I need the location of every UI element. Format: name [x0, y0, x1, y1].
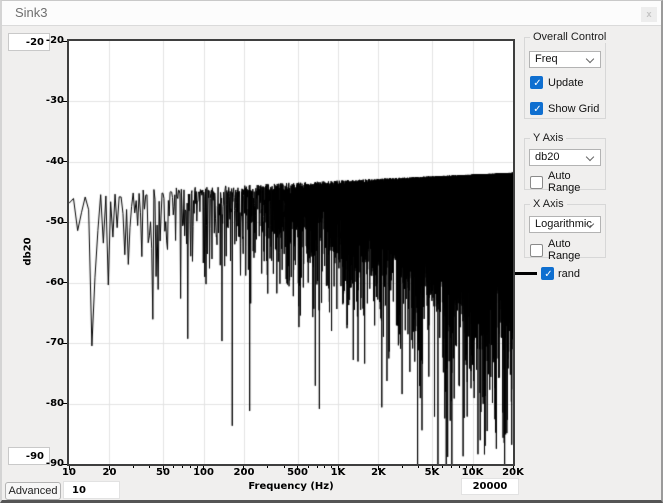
sink-window: Sink3 x Advanced db20 Frequency (Hz) 102… — [0, 0, 663, 503]
y-tick-label: -70 — [20, 337, 64, 348]
x-axis-dropdown-value: Logarithmic — [535, 218, 592, 230]
x-axis-group: X Axis Logarithmic Auto Range — [524, 204, 606, 258]
x-tick-mark — [203, 466, 204, 470]
update-checkbox-label: Update — [548, 77, 583, 89]
x-minor-tick-mark — [197, 466, 198, 468]
y-axis-dropdown-value: db20 — [535, 151, 559, 163]
x-axis-title: Frequency (Hz) — [67, 481, 515, 492]
y-tick-mark — [63, 41, 67, 42]
legend-line-swatch — [515, 272, 537, 275]
y-axis-group: Y Axis db20 Auto Range — [524, 138, 606, 190]
x-axis-group-label: X Axis — [530, 198, 567, 210]
x-tick-mark — [297, 466, 298, 470]
overall-control-dropdown-value: Freq — [535, 53, 558, 65]
chevron-down-icon — [586, 55, 594, 63]
x-minor-tick-mark — [308, 466, 309, 468]
plot-frame — [67, 39, 515, 466]
overall-control-dropdown[interactable]: Freq — [529, 51, 601, 68]
y-tick-label: -50 — [20, 216, 64, 227]
y-tick-label: -30 — [20, 95, 64, 106]
titlebar[interactable]: Sink3 x — [2, 1, 661, 26]
update-checkbox-row[interactable]: Update — [530, 76, 583, 89]
x-auto-range-checkbox-label: Auto Range — [548, 238, 605, 262]
x-axis-dropdown[interactable]: Logarithmic — [529, 216, 601, 233]
y-tick-label: -40 — [20, 156, 64, 167]
x-minor-tick-mark — [466, 466, 467, 468]
x-minor-tick-mark — [324, 466, 325, 468]
x-auto-range-checkbox-row[interactable]: Auto Range — [530, 238, 605, 262]
y-tick-mark — [63, 403, 67, 404]
y-tick-mark — [63, 101, 67, 102]
x-minor-tick-mark — [133, 466, 134, 468]
x-minor-tick-mark — [267, 466, 268, 468]
overall-control-group-label: Overall Control — [530, 31, 609, 43]
x-minor-tick-mark — [317, 466, 318, 468]
y-auto-range-checkbox-row[interactable]: Auto Range — [530, 170, 605, 194]
window-title: Sink3 — [15, 5, 48, 20]
advanced-button[interactable]: Advanced — [5, 482, 61, 500]
x-minor-tick-mark — [284, 466, 285, 468]
y-tick-mark — [63, 343, 67, 344]
x-minor-tick-mark — [402, 466, 403, 468]
chevron-down-icon — [586, 153, 594, 161]
legend-label: rand — [558, 268, 580, 280]
x-tick-mark — [378, 466, 379, 470]
legend-item-rand[interactable]: rand — [515, 267, 580, 280]
update-checkbox-icon[interactable] — [530, 76, 543, 89]
y-auto-range-checkbox-label: Auto Range — [548, 170, 605, 194]
y-tick-mark — [63, 161, 67, 162]
x-tick-mark — [338, 466, 339, 470]
close-button[interactable]: x — [641, 7, 657, 22]
show-grid-checkbox-row[interactable]: Show Grid — [530, 102, 599, 115]
legend-checkbox-icon[interactable] — [541, 267, 554, 280]
x-tick-mark — [69, 466, 70, 470]
x-tick-mark — [163, 466, 164, 470]
y-tick-mark — [63, 222, 67, 223]
overall-control-group: Overall Control Freq Update Show Grid — [524, 37, 606, 119]
x-minor-tick-mark — [442, 466, 443, 468]
x-tick-mark — [243, 466, 244, 470]
x-tick-mark — [109, 466, 110, 470]
x-minor-tick-mark — [451, 466, 452, 468]
x-auto-range-checkbox-icon[interactable] — [530, 244, 543, 257]
y-tick-label: -60 — [20, 277, 64, 288]
y-axis-dropdown[interactable]: db20 — [529, 149, 601, 166]
show-grid-checkbox-label: Show Grid — [548, 103, 599, 115]
x-tick-mark — [432, 466, 433, 470]
y-tick-label: -90 — [20, 458, 64, 469]
spectrum-plot-canvas[interactable] — [69, 41, 513, 464]
close-icon: x — [646, 9, 651, 19]
x-tick-mark — [472, 466, 473, 470]
x-minor-tick-mark — [173, 466, 174, 468]
x-minor-tick-mark — [459, 466, 460, 468]
y-tick-mark — [63, 282, 67, 283]
show-grid-checkbox-icon[interactable] — [530, 102, 543, 115]
y-auto-range-checkbox-icon[interactable] — [530, 176, 543, 189]
x-minor-tick-mark — [331, 466, 332, 468]
x-minor-tick-mark — [149, 466, 150, 468]
x-minor-tick-mark — [182, 466, 183, 468]
y-axis-group-label: Y Axis — [530, 132, 566, 144]
y-tick-label: -20 — [20, 35, 64, 46]
x-minor-tick-mark — [190, 466, 191, 468]
x-minor-tick-mark — [418, 466, 419, 468]
x-tick-mark — [513, 466, 514, 470]
y-tick-mark — [63, 464, 67, 465]
y-tick-label: -80 — [20, 398, 64, 409]
